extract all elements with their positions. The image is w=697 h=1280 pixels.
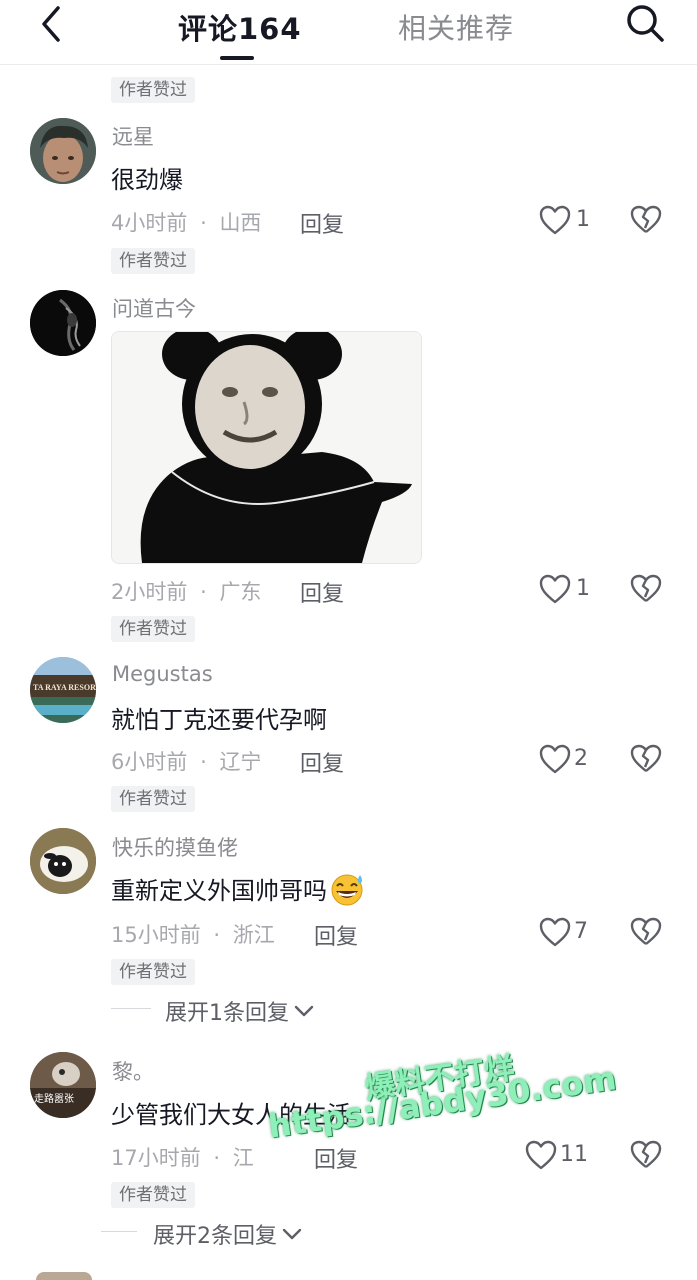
- avatar[interactable]: [30, 290, 96, 356]
- broken-heart-icon[interactable]: [630, 573, 662, 605]
- comment-time: 6小时前: [111, 750, 188, 774]
- avatar[interactable]: [30, 118, 96, 184]
- broken-heart-icon[interactable]: [630, 1139, 662, 1171]
- username[interactable]: Megustas: [112, 662, 213, 686]
- like-count: 1: [576, 576, 590, 601]
- comment-item: [0, 110, 697, 280]
- expand-replies-label: 展开1条回复: [165, 1001, 289, 1026]
- tab-comments[interactable]: 评论164: [178, 6, 302, 48]
- heart-outline-icon[interactable]: [538, 204, 572, 236]
- comment-text: 就怕丁克还要代孕啊: [111, 706, 327, 734]
- broken-heart-icon[interactable]: [630, 743, 662, 775]
- comment-region: 广东: [219, 580, 262, 604]
- comment-meta: 17小时前 · 江: [111, 1142, 254, 1172]
- separator: ·: [200, 580, 207, 604]
- author-liked-badge: 作者赞过: [111, 1182, 195, 1208]
- comment-meta: 6小时前 · 辽宁: [111, 746, 261, 776]
- comment-meta: 15小时前 · 浙江: [111, 919, 275, 949]
- like-count: 1: [576, 207, 590, 232]
- username[interactable]: 远星: [112, 121, 154, 151]
- comment-time: 17小时前: [111, 1146, 201, 1170]
- search-icon[interactable]: [622, 2, 668, 46]
- author-liked-badge: 作者赞过: [111, 786, 195, 812]
- expand-replies-label: 展开2条回复: [153, 1224, 277, 1249]
- username[interactable]: 黎。: [112, 1056, 154, 1086]
- heart-outline-icon[interactable]: [524, 1139, 558, 1171]
- heart-outline-icon[interactable]: [538, 573, 572, 605]
- like-count: 2: [574, 746, 588, 771]
- comment-time: 4小时前: [111, 211, 188, 235]
- reply-button[interactable]: 回复: [314, 919, 358, 951]
- author-liked-badge: 作者赞过: [111, 616, 195, 642]
- author-liked-badge: 作者赞过: [111, 77, 195, 103]
- comment-text-content: 重新定义外国帅哥吗: [111, 877, 327, 905]
- comment-region: 江: [232, 1146, 254, 1170]
- reply-button[interactable]: 回复: [300, 746, 344, 778]
- top-bar: 评论164 相关推荐: [0, 0, 697, 65]
- comment-time: 2小时前: [111, 580, 188, 604]
- divider: [101, 1231, 137, 1232]
- tab-recommend[interactable]: 相关推荐: [398, 7, 514, 47]
- separator: ·: [200, 211, 207, 235]
- chevron-down-icon: [294, 1005, 314, 1017]
- comment-sticker-image[interactable]: [111, 331, 422, 564]
- comment-region: 山西: [219, 211, 262, 235]
- like-count: 11: [560, 1142, 588, 1167]
- comment-time: 15小时前: [111, 923, 201, 947]
- avatar[interactable]: [30, 828, 96, 894]
- broken-heart-icon[interactable]: [630, 916, 662, 948]
- heart-outline-icon[interactable]: [538, 916, 572, 948]
- divider: [111, 1008, 151, 1009]
- separator: ·: [200, 750, 207, 774]
- heart-outline-icon[interactable]: [538, 743, 572, 775]
- comment-region: 浙江: [232, 923, 275, 947]
- author-liked-badge: 作者赞过: [111, 248, 195, 274]
- avatar-sign-text: TA RAYA RESORT: [33, 683, 96, 692]
- avatar[interactable]: [36, 1272, 92, 1280]
- back-arrow-icon[interactable]: [34, 4, 70, 44]
- username[interactable]: 问道古今: [112, 293, 196, 323]
- comment-text: 重新定义外国帅哥吗: [111, 871, 367, 907]
- comment-meta: 2小时前 · 广东: [111, 576, 261, 606]
- comment-meta: 4小时前 · 山西: [111, 207, 261, 237]
- broken-heart-icon[interactable]: [630, 204, 662, 236]
- expand-replies-button[interactable]: 展开2条回复: [153, 1218, 303, 1250]
- comment-text: 很劲爆: [111, 166, 183, 194]
- separator: ·: [213, 923, 221, 947]
- comment-region: 辽宁: [219, 750, 262, 774]
- avatar-caption: 走路嚣张: [34, 1092, 74, 1105]
- separator: ·: [213, 1146, 221, 1170]
- laughing-sweat-emoji: [331, 874, 363, 906]
- reply-button[interactable]: 回复: [300, 207, 344, 239]
- like-count: 7: [574, 919, 588, 944]
- username[interactable]: 快乐的摸鱼佬: [112, 832, 238, 862]
- reply-button[interactable]: 回复: [300, 576, 344, 608]
- active-tab-indicator: [220, 56, 254, 60]
- avatar[interactable]: TA RAYA RESORT: [30, 657, 96, 723]
- avatar[interactable]: 走路嚣张: [30, 1052, 96, 1118]
- expand-replies-button[interactable]: 展开1条回复: [165, 995, 315, 1027]
- reply-button[interactable]: 回复: [314, 1142, 358, 1174]
- chevron-down-icon: [282, 1228, 302, 1240]
- author-liked-badge: 作者赞过: [111, 959, 195, 985]
